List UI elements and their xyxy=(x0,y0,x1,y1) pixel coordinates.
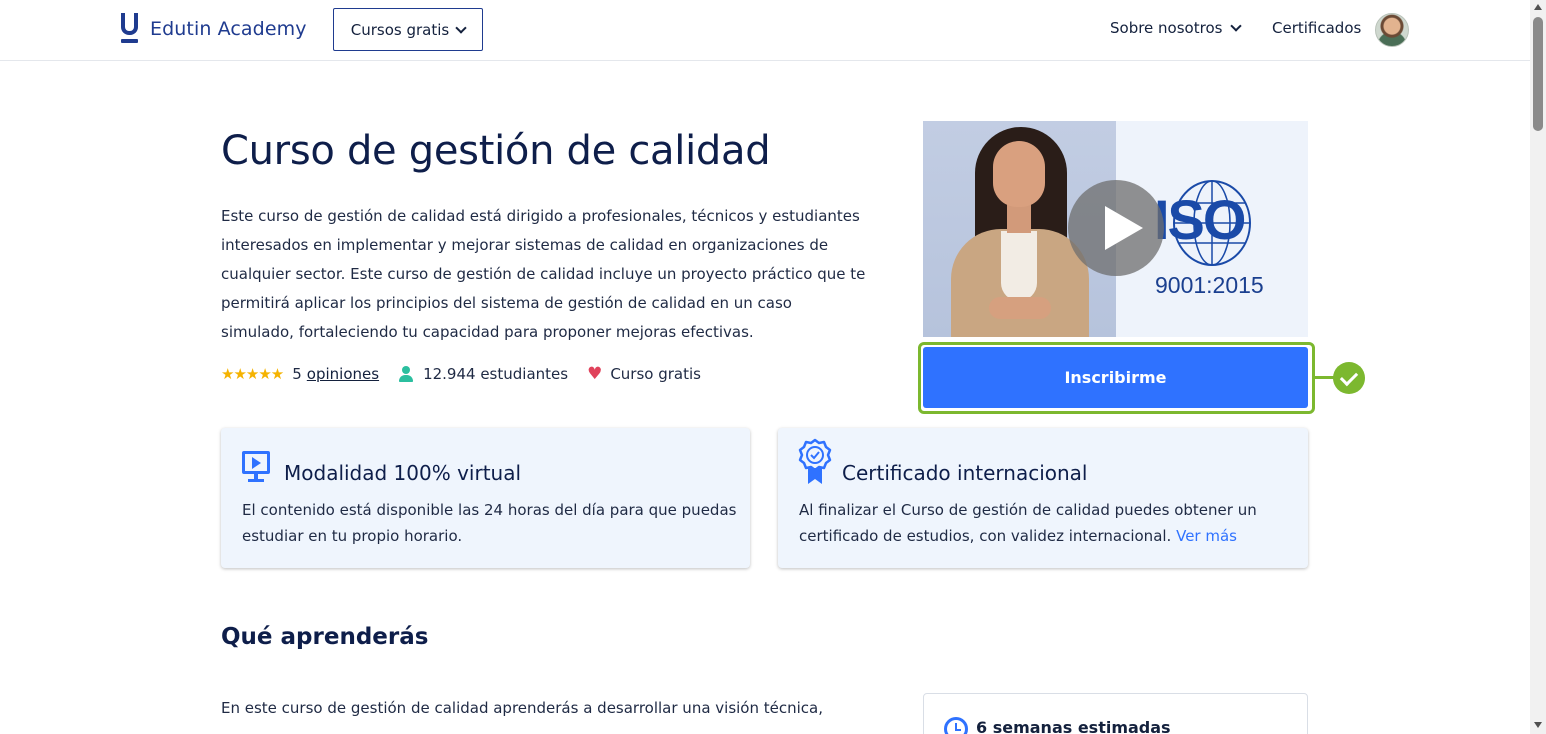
scroll-thumb[interactable] xyxy=(1533,17,1543,131)
chevron-down-icon xyxy=(1230,20,1243,32)
scroll-down-arrow-icon[interactable] xyxy=(1534,722,1542,728)
reviews-count: 5 xyxy=(292,365,302,383)
courses-dropdown[interactable]: Cursos gratis xyxy=(333,8,483,51)
page-title: Curso de gestión de calidad xyxy=(221,128,771,174)
course-meta: ★★★★★ 5 opiniones 12.944 estudiantes ♥ C… xyxy=(221,364,701,384)
see-more-link[interactable]: Ver más xyxy=(1176,527,1237,545)
courses-dropdown-label: Cursos gratis xyxy=(350,20,450,39)
user-avatar[interactable] xyxy=(1375,13,1409,47)
course-description: Este curso de gestión de calidad está di… xyxy=(221,207,866,341)
chevron-down-icon xyxy=(455,21,467,34)
course-video-thumbnail[interactable]: ISO 9001:2015 xyxy=(923,121,1308,337)
nav-certificates-link[interactable]: Certificados xyxy=(1272,19,1361,37)
student-icon xyxy=(398,366,414,382)
highlight-connector xyxy=(1314,376,1334,379)
students-count: 12.944 estudiantes xyxy=(423,365,569,383)
play-icon[interactable] xyxy=(1068,180,1164,276)
clock-icon xyxy=(944,717,968,734)
monitor-play-icon xyxy=(242,451,270,483)
scroll-up-arrow-icon[interactable] xyxy=(1534,4,1542,10)
iso-logo-text: ISO xyxy=(1154,188,1246,251)
check-icon xyxy=(1333,362,1365,394)
rating-stars-icon: ★★★★★ xyxy=(221,365,284,383)
heart-icon: ♥ xyxy=(587,364,603,384)
learn-description: En este curso de gestión de calidad apre… xyxy=(221,699,823,717)
feature-text-wrapper: Al finalizar el Curso de gestión de cali… xyxy=(799,497,1294,549)
page-scrollbar[interactable] xyxy=(1530,0,1546,734)
price-label: Curso gratis xyxy=(610,365,701,383)
nav-about-label: Sobre nosotros xyxy=(1110,19,1223,37)
feature-title: Certificado internacional xyxy=(842,461,1088,485)
brand-logo-icon xyxy=(119,13,141,45)
nav-about-menu[interactable]: Sobre nosotros xyxy=(1110,19,1243,37)
feature-text: El contenido está disponible las 24 hora… xyxy=(242,501,737,545)
feature-card-certificate: Certificado internacional Al finalizar e… xyxy=(778,428,1308,568)
duration-label: 6 semanas estimadas xyxy=(976,718,1171,734)
duration-card: 6 semanas estimadas xyxy=(923,693,1308,734)
brand-name: Edutin Academy xyxy=(150,18,307,40)
enroll-button[interactable]: Inscribirme xyxy=(923,347,1308,408)
feature-card-virtual: Modalidad 100% virtual El contenido está… xyxy=(221,428,750,568)
top-header: Edutin Academy Cursos gratis Sobre nosot… xyxy=(0,0,1530,61)
brand-logo[interactable]: Edutin Academy xyxy=(119,13,307,45)
feature-title: Modalidad 100% virtual xyxy=(284,461,522,485)
reviews-link[interactable]: opiniones xyxy=(307,365,379,383)
iso-logo-subtext: 9001:2015 xyxy=(1155,272,1264,298)
certificate-badge-icon xyxy=(798,438,832,484)
section-title: Qué aprenderás xyxy=(221,624,429,650)
